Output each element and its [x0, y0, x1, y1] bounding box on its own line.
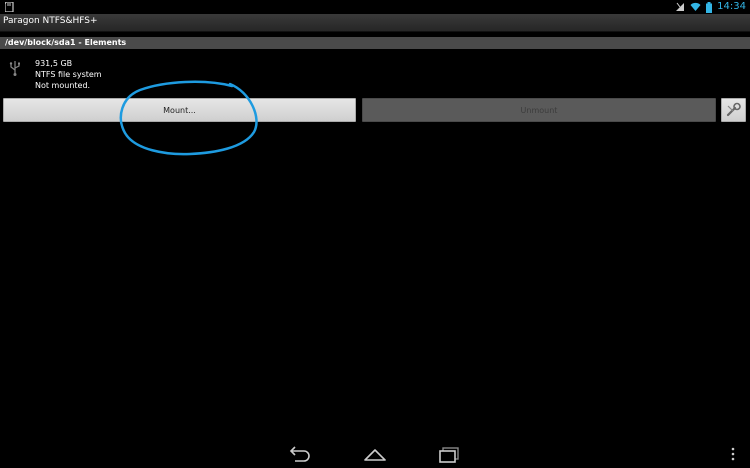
app-title: Paragon NTFS&HFS+ — [3, 16, 98, 26]
mount-button[interactable]: Mount... — [3, 98, 356, 122]
device-filesystem: NTFS file system — [35, 70, 102, 79]
overflow-menu-icon[interactable] — [727, 445, 739, 463]
navigation-bar — [0, 440, 750, 468]
device-size: 931,5 GB — [35, 59, 73, 68]
device-state: Not mounted. — [35, 81, 91, 90]
signal-icon — [676, 2, 685, 11]
app-title-bar: Paragon NTFS&HFS+ — [0, 14, 750, 32]
home-icon[interactable] — [361, 445, 389, 463]
device-info: 931,5 GB NTFS file system Not mounted. — [35, 58, 102, 91]
wifi-icon — [690, 2, 701, 11]
unmount-button[interactable]: Unmount — [362, 98, 716, 122]
usb-icon — [9, 61, 20, 76]
tools-button[interactable] — [721, 98, 746, 122]
sdcard-notification-icon — [5, 2, 14, 12]
recent-apps-icon[interactable] — [436, 445, 464, 463]
annotation-circle — [119, 80, 258, 156]
back-icon[interactable] — [286, 445, 314, 463]
status-bar: 14:34 — [0, 0, 750, 14]
battery-icon — [706, 1, 713, 13]
path-header: /dev/block/sda1 - Elements — [0, 37, 750, 49]
path-header-label: /dev/block/sda1 - Elements — [5, 38, 127, 47]
wrench-icon — [726, 102, 741, 117]
clock: 14:34 — [717, 1, 746, 12]
